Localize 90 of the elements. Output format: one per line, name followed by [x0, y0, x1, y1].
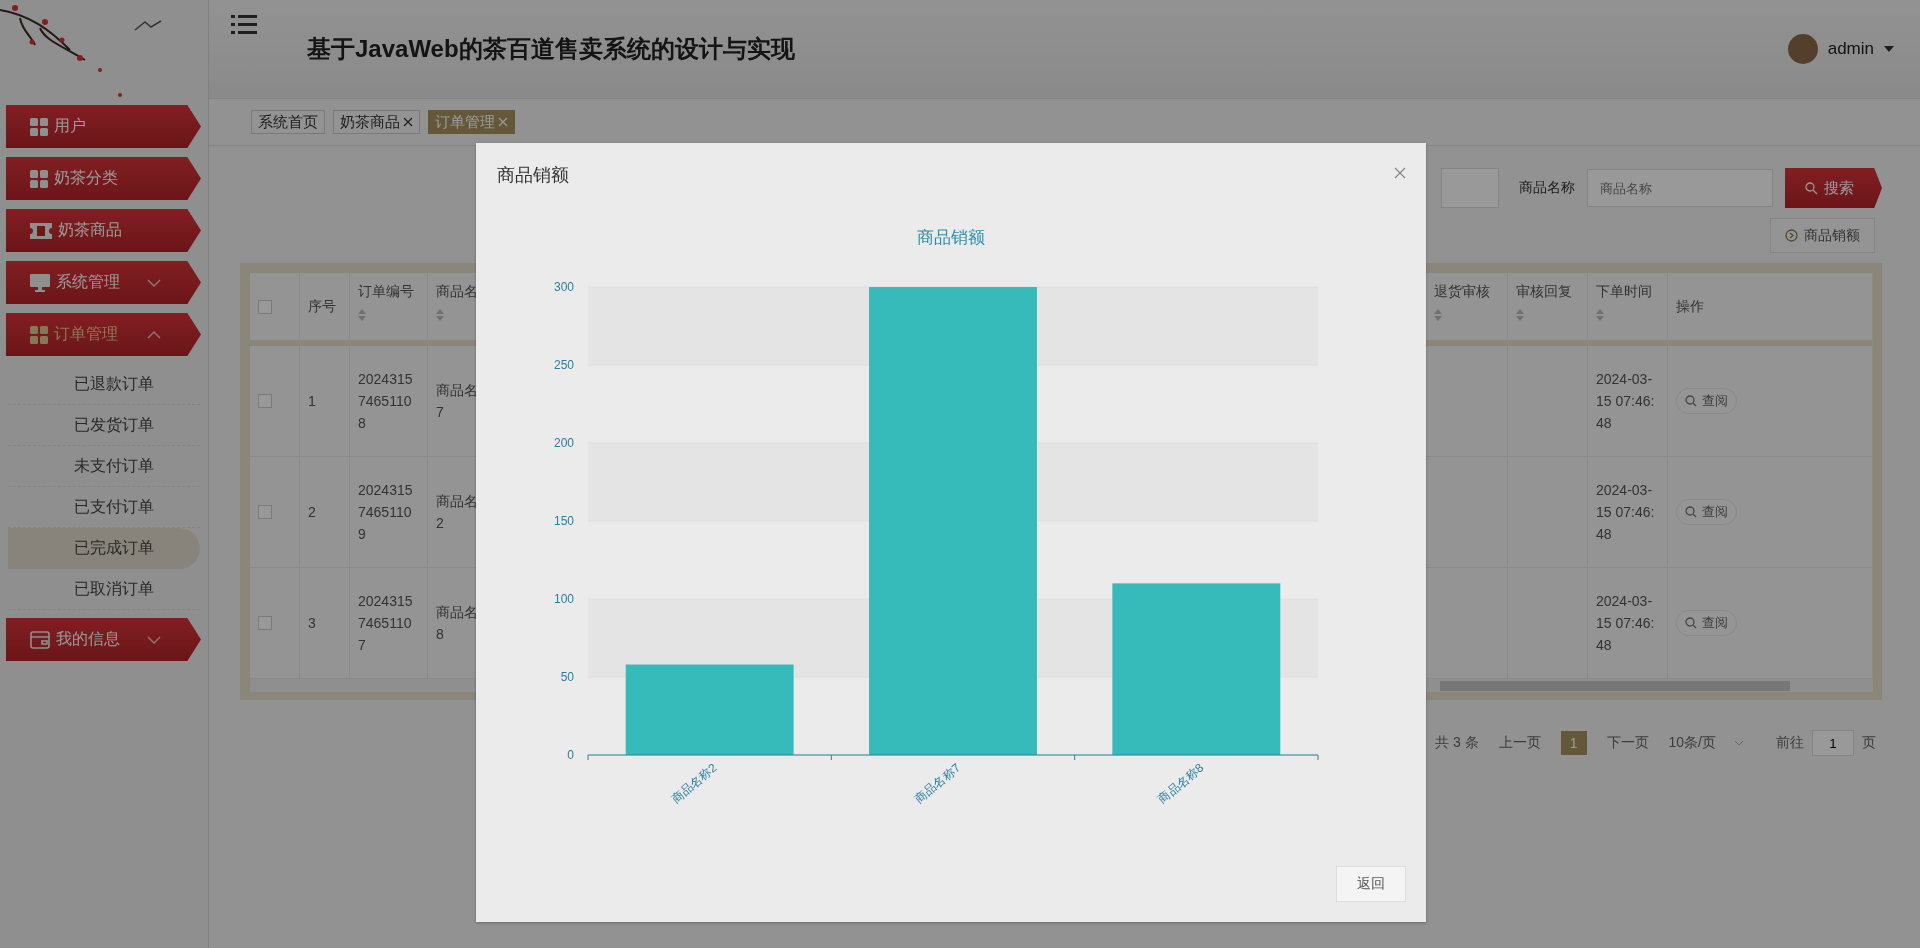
sort-icon[interactable] [1516, 309, 1524, 321]
checkbox[interactable] [258, 299, 272, 314]
column-header: 订单编号 [358, 283, 414, 301]
monitor-icon [30, 273, 50, 292]
page-tab[interactable]: 系统首页 [251, 110, 325, 134]
arrow-circle-icon [1785, 229, 1798, 242]
table-cell: 2024-03-15 07:46:48 [1588, 346, 1668, 457]
grid-icon [30, 169, 48, 188]
app-title: 基于JavaWeb的茶百道售卖系统的设计与实现 [307, 34, 796, 64]
column-header: 退货审核 [1434, 283, 1490, 301]
table-cell: 2024-03-15 07:46:48 [1588, 457, 1668, 568]
bar[interactable] [869, 287, 1037, 755]
table-cell: 1 [300, 346, 350, 457]
next-page-link[interactable]: 下一页 [1606, 734, 1649, 752]
axis-category-label: 商品名称2 [668, 760, 720, 807]
bar[interactable] [625, 664, 794, 755]
view-button[interactable]: 查阅 [1676, 499, 1737, 525]
search-icon [1805, 181, 1818, 195]
menu-item[interactable]: 系统管理 [6, 261, 201, 304]
scrollbar-thumb[interactable] [1440, 680, 1790, 691]
menu-item[interactable]: 我的信息 [6, 618, 201, 661]
view-button[interactable]: 查阅 [1676, 388, 1737, 414]
column-header: 下单时间 [1596, 283, 1652, 301]
column-header: 商品名 [436, 283, 478, 301]
modal-title: 商品销额 [497, 164, 569, 187]
axis-category-label: 商品名称7 [912, 760, 963, 807]
avatar[interactable] [1787, 34, 1818, 64]
ticket-icon [30, 222, 52, 239]
chart-button[interactable]: 商品销额 [1770, 218, 1875, 253]
total-count: 共 3 条 [1435, 734, 1479, 752]
axis-category-label: 商品名称8 [1155, 760, 1207, 807]
sort-icon[interactable] [358, 309, 366, 321]
menu-item[interactable]: 奶茶商品 [6, 209, 201, 252]
grid-icon [30, 117, 48, 136]
axis-tick-label: 200 [553, 436, 574, 450]
close-icon[interactable] [403, 117, 413, 127]
table-cell: 202431574651109 [350, 457, 428, 568]
page-tab[interactable]: 订单管理 [428, 110, 515, 134]
menu-item[interactable]: 订单管理 [6, 313, 201, 356]
table-cell: 2 [300, 457, 350, 568]
search-button[interactable]: 搜索 [1785, 168, 1882, 208]
axis-tick-label: 150 [553, 514, 574, 528]
caret-icon[interactable] [1884, 46, 1894, 52]
checkbox[interactable] [258, 616, 272, 630]
axis-tick-label: 50 [560, 670, 574, 684]
page-tab[interactable]: 奶茶商品 [333, 110, 420, 134]
column-header: 审核回复 [1516, 283, 1572, 301]
axis-tick-label: 100 [553, 592, 574, 606]
grid-icon [30, 325, 48, 344]
chevron-icon [147, 635, 161, 644]
checkbox[interactable] [258, 394, 272, 408]
submenu-item[interactable]: 已发货订单 [8, 405, 200, 446]
back-button[interactable]: 返回 [1336, 866, 1406, 902]
axis-tick-label: 300 [553, 280, 574, 294]
menu-icon[interactable] [231, 14, 257, 36]
table-cell: 202431574651108 [350, 346, 428, 457]
chevron-icon [147, 330, 161, 339]
field-label: 商品名称 [1519, 179, 1575, 197]
submenu-item[interactable]: 已取消订单 [8, 569, 200, 610]
close-icon[interactable] [1394, 167, 1406, 179]
column-header: 操作 [1676, 297, 1704, 316]
column-header: 序号 [308, 297, 336, 316]
wallet-icon [30, 630, 50, 649]
sort-icon[interactable] [436, 309, 444, 321]
chart-title: 商品销额 [917, 228, 985, 247]
submenu-item[interactable]: 已退款订单 [8, 364, 200, 405]
menu-item[interactable]: 奶茶分类 [6, 157, 201, 200]
sort-icon[interactable] [1434, 309, 1442, 321]
user-name[interactable]: admin [1827, 39, 1874, 59]
page-input[interactable]: 1 [1812, 730, 1854, 756]
submenu-item[interactable]: 已完成订单 [8, 528, 200, 569]
prev-page-link[interactable]: 上一页 [1498, 734, 1541, 752]
view-button[interactable]: 查阅 [1676, 610, 1737, 636]
chevron-icon [1734, 740, 1744, 746]
search-icon [1685, 506, 1697, 518]
axis-tick-label: 0 [567, 748, 574, 762]
page-number[interactable]: 1 [1560, 731, 1587, 755]
search-icon [1685, 395, 1697, 407]
bar[interactable] [1112, 583, 1281, 755]
search-field[interactable]: 商品名称 [1587, 169, 1773, 207]
page-suffix: 页 [1862, 734, 1876, 752]
chevron-icon [147, 278, 161, 287]
axis-tick-label: 250 [553, 358, 574, 372]
checkbox[interactable] [258, 505, 272, 519]
menu-item[interactable]: 用户 [6, 105, 201, 148]
search-icon [1685, 617, 1697, 629]
sort-icon[interactable] [1596, 309, 1604, 321]
submenu-item[interactable]: 未支付订单 [8, 446, 200, 487]
goto-label: 前往 [1776, 734, 1804, 752]
page-size-select[interactable]: 10条/页 [1668, 734, 1744, 752]
